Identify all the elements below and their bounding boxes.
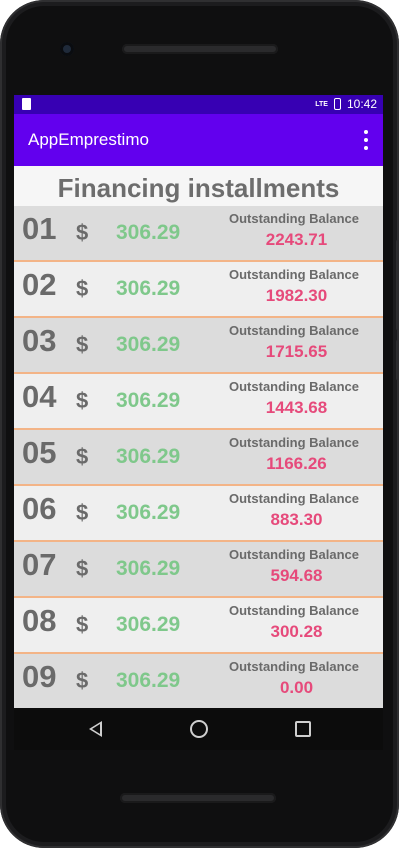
installment-number: 03 [22, 323, 57, 358]
currency-symbol: $ [76, 388, 89, 413]
balance-value: 1443.68 [265, 398, 328, 417]
battery-icon [333, 98, 341, 110]
balance-value: 1715.65 [265, 342, 328, 361]
balance-label: Outstanding Balance [229, 659, 360, 674]
front-camera [60, 42, 74, 56]
lte-icon: LTE [315, 100, 328, 108]
currency-symbol: $ [76, 500, 89, 525]
currency-symbol: $ [76, 612, 89, 637]
system-nav-bar [14, 708, 383, 750]
screen: LTE 10:42 AppEmprestimo Financing instal… [14, 95, 383, 708]
balance-value: 300.28 [270, 622, 323, 641]
balance-label: Outstanding Balance [229, 435, 360, 450]
installment-number: 04 [22, 379, 57, 414]
installment-row[interactable]: 07 $306.29 Outstanding Balance 594.68 [14, 542, 383, 598]
status-bar: LTE 10:42 [14, 95, 383, 114]
balance-label: Outstanding Balance [229, 211, 360, 226]
currency-symbol: $ [76, 332, 89, 357]
balance-label: Outstanding Balance [229, 267, 360, 282]
bottom-speaker [120, 793, 276, 803]
app-title: AppEmprestimo [28, 130, 149, 149]
installment-number: 05 [22, 435, 57, 470]
installment-amount: 306.29 [116, 389, 181, 412]
installment-row[interactable]: 02 $306.29 Outstanding Balance 1982.30 [14, 262, 383, 318]
installment-number: 01 [22, 211, 57, 246]
balance-value: 1166.26 [266, 454, 327, 473]
currency-symbol: $ [76, 668, 89, 693]
installment-row[interactable]: 03 $306.29 Outstanding Balance 1715.65 [14, 318, 383, 374]
installment-amount: 306.29 [116, 333, 181, 356]
balance-label: Outstanding Balance [229, 379, 360, 394]
balance-label: Outstanding Balance [229, 491, 360, 506]
installment-number: 02 [22, 267, 57, 302]
installment-amount: 306.29 [116, 445, 181, 468]
installment-amount: 306.29 [116, 613, 181, 636]
balance-value: 2243.71 [265, 230, 328, 249]
balance-value: 1982.30 [265, 286, 328, 305]
balance-value: 594.68 [270, 566, 323, 585]
status-icons: LTE 10:42 [315, 97, 377, 111]
installment-row[interactable]: 08 $306.29 Outstanding Balance 300.28 [14, 598, 383, 654]
installment-row[interactable]: 09 $306.29 Outstanding Balance 0.00 [14, 654, 383, 708]
recents-icon[interactable] [295, 721, 311, 737]
installment-number: 06 [22, 491, 57, 526]
installment-row[interactable]: 04 $306.29 Outstanding Balance 1443.68 [14, 374, 383, 430]
installments-list[interactable]: Financing installments 01 $306.29 Outstand… [14, 166, 383, 708]
installment-amount: 306.29 [116, 557, 181, 580]
installment-number: 07 [22, 547, 57, 582]
installment-row[interactable]: 01 $306.29 Outstanding Balance 2243.71 [14, 206, 383, 262]
currency-symbol: $ [76, 556, 89, 581]
currency-symbol: $ [76, 220, 89, 245]
power-button [396, 340, 399, 380]
balance-label: Outstanding Balance [229, 603, 360, 618]
sd-card-icon [22, 98, 31, 110]
volume-button [396, 240, 399, 330]
installment-amount: 306.29 [116, 221, 181, 244]
more-vert-icon[interactable] [363, 130, 369, 150]
installment-number: 08 [22, 603, 57, 638]
installment-number: 09 [22, 659, 57, 694]
top-speaker [122, 44, 278, 54]
balance-label: Outstanding Balance [229, 547, 360, 562]
installment-row[interactable]: 06 $306.29 Outstanding Balance 883.30 [14, 486, 383, 542]
currency-symbol: $ [76, 444, 89, 469]
balance-value: 0.00 [279, 678, 314, 697]
installment-amount: 306.29 [116, 669, 181, 692]
installment-amount: 306.29 [116, 277, 181, 300]
home-icon[interactable] [190, 720, 208, 738]
clock: 10:42 [346, 97, 377, 111]
app-bar: AppEmprestimo [14, 114, 383, 166]
list-title: Financing installments [14, 166, 383, 206]
balance-value: 883.30 [270, 510, 323, 529]
back-icon[interactable] [89, 721, 102, 737]
installment-row[interactable]: 05 $306.29 Outstanding Balance 1166.26 [14, 430, 383, 486]
balance-label: Outstanding Balance [229, 323, 360, 338]
installment-amount: 306.29 [116, 501, 181, 524]
currency-symbol: $ [76, 276, 89, 301]
